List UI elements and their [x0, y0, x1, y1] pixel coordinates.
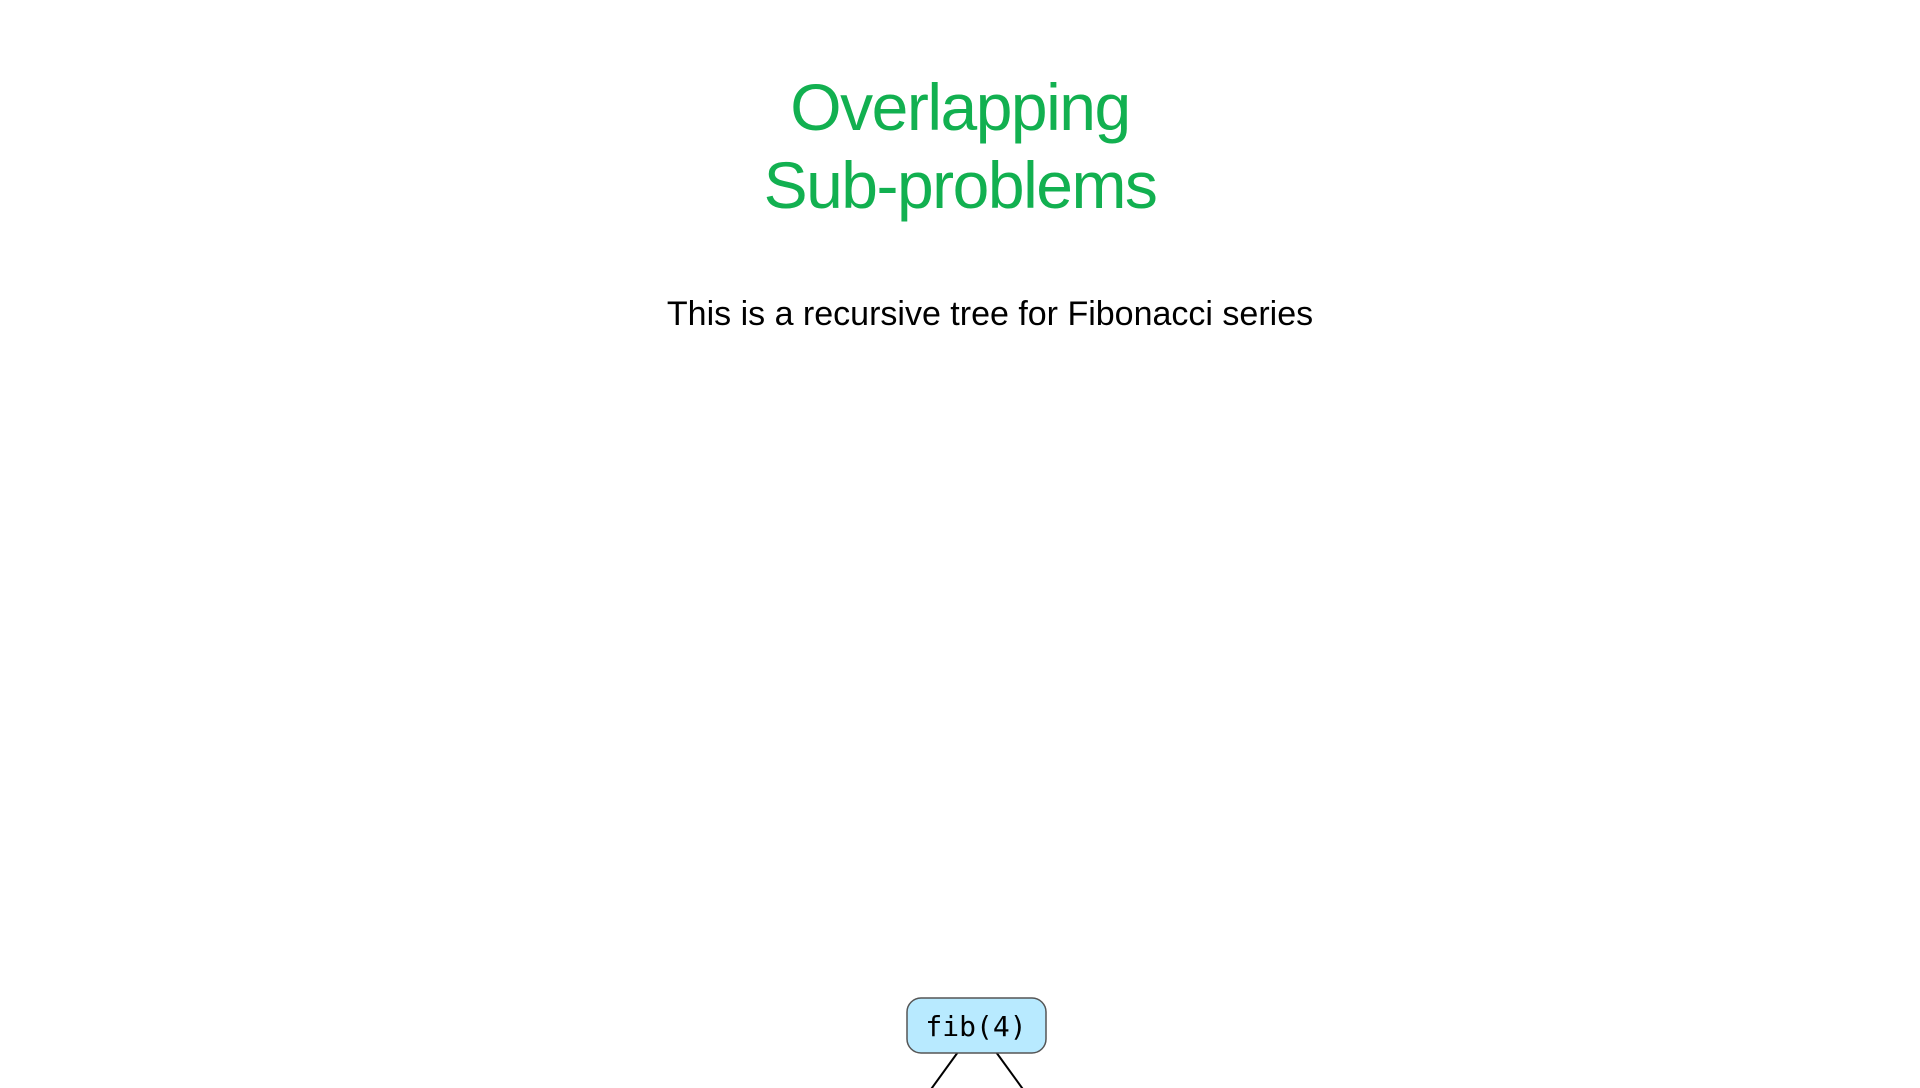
- tree-node-fib-4: fib(4): [906, 997, 1047, 1054]
- tree-edge-right: [995, 1051, 1024, 1088]
- tree-node-label: fib(4): [925, 1010, 1026, 1043]
- tree-edge-left: [930, 1051, 959, 1088]
- slide: Overlapping Sub-problems This is a recur…: [0, 0, 1920, 1088]
- fibonacci-recursion-tree: fib(4): [906, 997, 1047, 1088]
